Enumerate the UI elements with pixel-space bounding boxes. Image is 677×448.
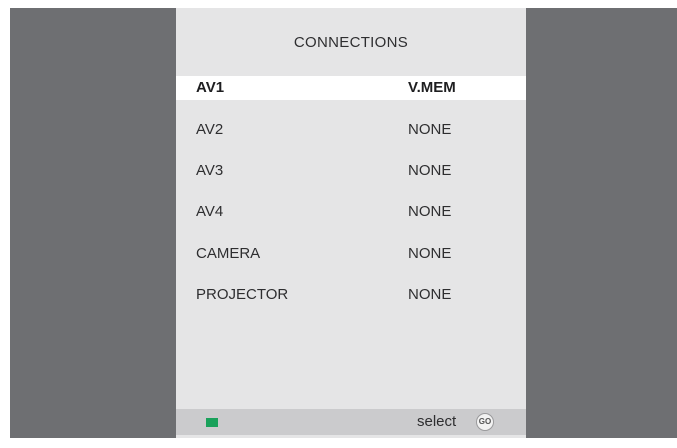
- menu-item-label: AV1: [196, 79, 225, 96]
- menu-item-value: NONE: [408, 286, 452, 303]
- menu-item-value: NONE: [408, 203, 452, 220]
- menu-item-value: NONE: [408, 245, 452, 262]
- connections-menu: CONNECTIONS AV1 V.MEM AV2 NONE AV3 NONE …: [176, 8, 526, 438]
- menu-item-camera[interactable]: CAMERA NONE: [176, 242, 526, 266]
- select-hint-label: select: [417, 413, 457, 430]
- menu-item-av3[interactable]: AV3 NONE: [176, 159, 526, 183]
- go-button-icon[interactable]: GO: [476, 413, 494, 431]
- menu-item-label: AV4: [196, 203, 224, 220]
- menu-item-value: NONE: [408, 162, 452, 179]
- status-bar: select GO: [176, 409, 526, 435]
- menu-item-label: PROJECTOR: [196, 286, 289, 303]
- menu-item-value: NONE: [408, 121, 452, 138]
- menu-title: CONNECTIONS: [293, 34, 409, 51]
- menu-item-projector[interactable]: PROJECTOR NONE: [176, 283, 526, 307]
- menu-item-av2[interactable]: AV2 NONE: [176, 118, 526, 142]
- menu-item-label: AV3: [196, 162, 224, 179]
- green-button-icon[interactable]: [206, 418, 218, 427]
- menu-item-av1[interactable]: AV1 V.MEM: [176, 76, 526, 100]
- menu-item-av4[interactable]: AV4 NONE: [176, 200, 526, 224]
- menu-item-value: V.MEM: [408, 79, 456, 96]
- menu-item-label: AV2: [196, 121, 224, 138]
- menu-item-label: CAMERA: [196, 245, 261, 262]
